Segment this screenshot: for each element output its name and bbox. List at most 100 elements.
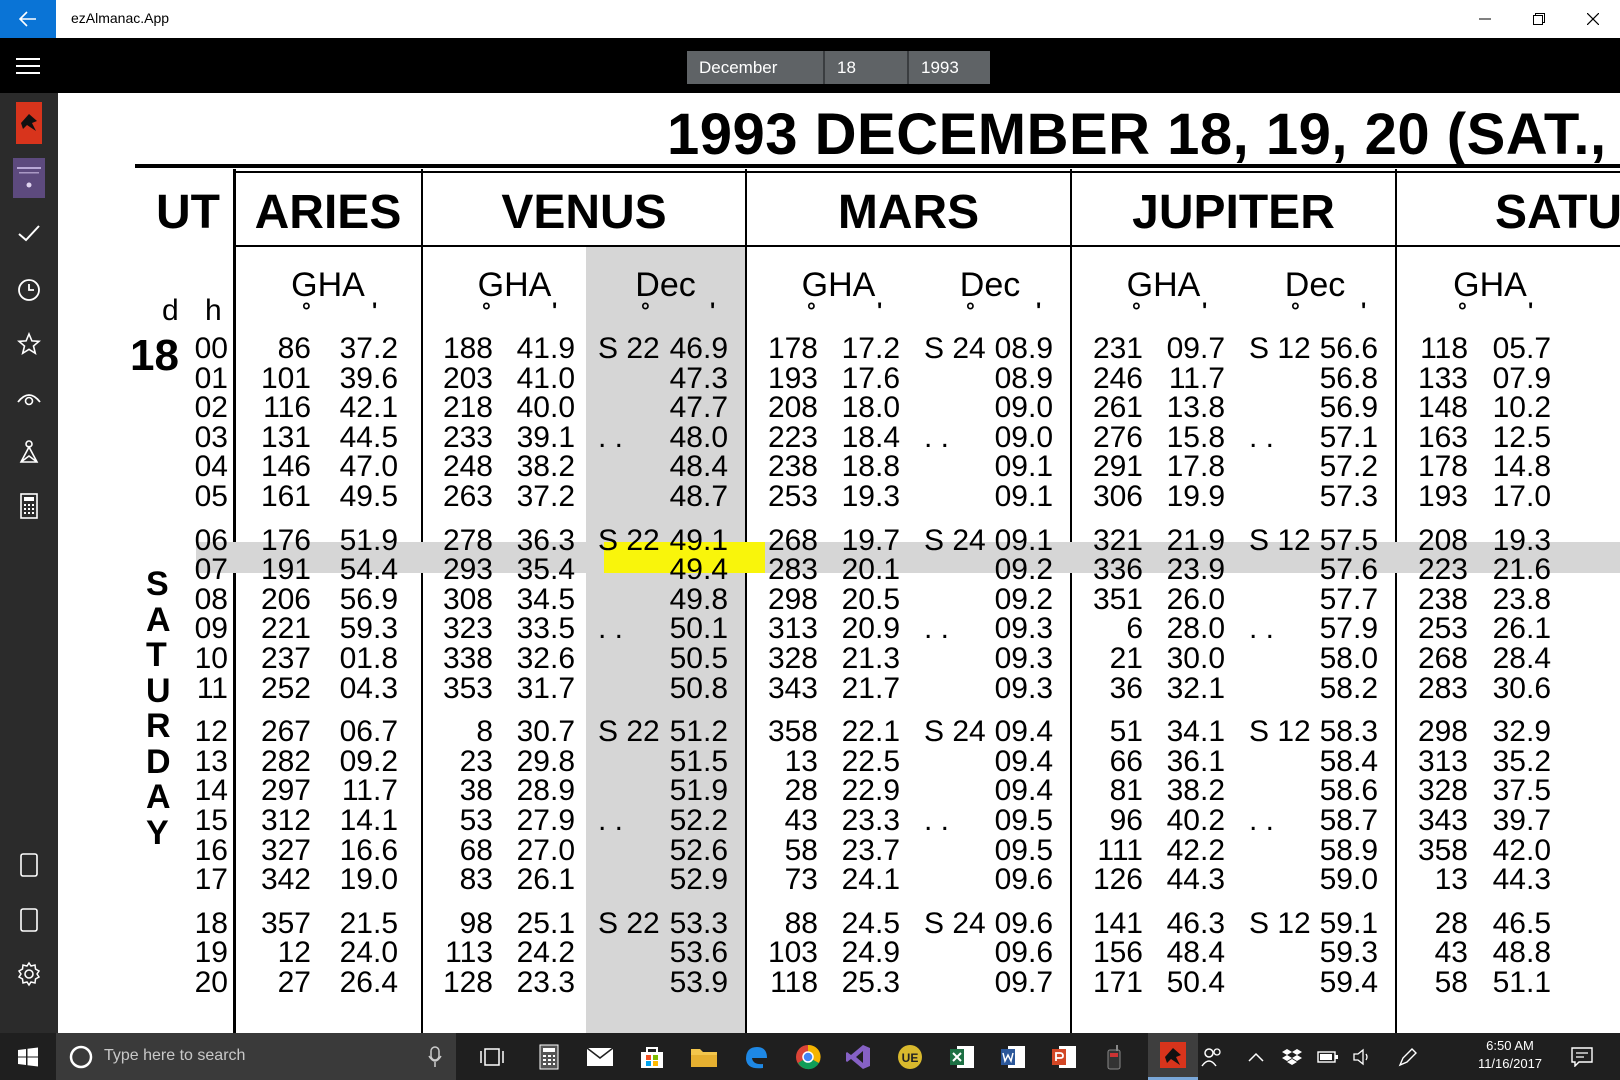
- clock-time: 6:50 AM: [1486, 1038, 1534, 1053]
- minimize-button[interactable]: [1458, 0, 1512, 38]
- cell-jupiter-dec-deg: . .: [1249, 420, 1275, 454]
- cell-mars-gha-min: 18.0: [841, 391, 900, 425]
- cell-aries-gha-deg: 101: [260, 361, 311, 395]
- powerpoint-button[interactable]: [1048, 1041, 1080, 1073]
- action-center-button[interactable]: [1566, 1041, 1598, 1073]
- cell-mars-gha-deg: 178: [767, 332, 818, 365]
- cell-mars-gha-deg: 58: [784, 833, 818, 867]
- restore-button[interactable]: [1512, 0, 1566, 38]
- taskbar-search[interactable]: Type here to search: [56, 1033, 456, 1080]
- red-book-icon: [16, 102, 42, 144]
- radio-app-button[interactable]: [1098, 1041, 1130, 1073]
- cell-venus-dec-min: 50.1: [669, 612, 728, 646]
- cell-saturn-gha-min: 21.6: [1492, 553, 1551, 587]
- sidebar-item-tablet[interactable]: [0, 842, 58, 888]
- word-button[interactable]: [997, 1041, 1029, 1073]
- people-button[interactable]: [1196, 1041, 1228, 1073]
- cell-saturn-gha-deg: 358: [1417, 833, 1468, 867]
- close-button[interactable]: [1566, 0, 1620, 38]
- task-view-button[interactable]: [476, 1041, 508, 1073]
- cell-mars-dec-deg: . .: [924, 420, 950, 454]
- cell-jupiter-dec-min: 57.6: [1319, 553, 1378, 587]
- cell-jupiter-gha-min: 40.2: [1166, 804, 1225, 837]
- cell-saturn-gha-deg: 268: [1417, 642, 1468, 675]
- day-name-letter: U: [146, 671, 171, 710]
- back-button[interactable]: [0, 0, 56, 38]
- visual-studio-button[interactable]: [842, 1041, 874, 1073]
- chrome-button[interactable]: [792, 1041, 824, 1073]
- pen-tray-button[interactable]: [1392, 1041, 1424, 1073]
- cell-jupiter-dec-min: 57.3: [1319, 480, 1378, 513]
- sidebar-item-star[interactable]: [0, 321, 58, 367]
- month-select[interactable]: December: [687, 51, 825, 84]
- planet-header-saturn: SATU: [1494, 186, 1620, 239]
- degree-mark: °: [302, 298, 311, 323]
- battery-tray-button[interactable]: [1312, 1041, 1344, 1073]
- cell-jupiter-dec-min: 56.8: [1319, 361, 1378, 395]
- cell-jupiter-dec-min: 58.4: [1319, 744, 1378, 778]
- sidebar-item-purple-book[interactable]: [0, 155, 58, 201]
- cell-saturn-gha-min: 32.9: [1492, 715, 1551, 749]
- date-picker[interactable]: December 18 1993: [687, 51, 990, 84]
- dropbox-tray-button[interactable]: [1276, 1041, 1308, 1073]
- yellow-app-icon: UE: [898, 1045, 922, 1069]
- sidebar-item-navigation[interactable]: [0, 429, 58, 475]
- cell-mars-gha-min: 23.7: [841, 833, 900, 867]
- sidebar-item-check[interactable]: [0, 210, 58, 256]
- cell-jupiter-gha-min: 38.2: [1166, 774, 1225, 808]
- sidebar-item-calculator[interactable]: [0, 483, 58, 529]
- cell-mars-gha-min: 23.3: [841, 804, 900, 837]
- cell-mars-dec-min: 09.4: [994, 774, 1053, 808]
- taskbar-clock[interactable]: 6:50 AM 11/16/2017: [1470, 1037, 1550, 1073]
- sidebar-item-eye[interactable]: [0, 375, 58, 421]
- cell-mars-gha-min: 20.1: [841, 553, 900, 587]
- day-select[interactable]: 18: [825, 51, 909, 84]
- sidebar-item-clock[interactable]: [0, 267, 58, 313]
- cell-venus-dec-deg: . .: [598, 420, 624, 454]
- jupiter-dec-header: Dec: [1284, 266, 1346, 304]
- cell-venus-gha-min: 32.6: [516, 642, 575, 675]
- cell-jupiter-gha-deg: 81: [1109, 774, 1143, 808]
- volume-tray-button[interactable]: [1348, 1041, 1380, 1073]
- day-name-letter: Y: [146, 813, 169, 852]
- day-name-letter: S: [146, 565, 169, 603]
- cell-mars-gha-deg: 313: [767, 612, 818, 646]
- cell-aries-gha-deg: 191: [260, 553, 311, 587]
- cell-aries-gha-deg: 176: [260, 523, 311, 557]
- hamburger-menu-button[interactable]: [14, 54, 42, 78]
- cell-venus-gha-deg: 278: [442, 523, 493, 557]
- sidebar-item-tablet-alt[interactable]: [0, 897, 58, 943]
- year-select[interactable]: 1993: [909, 51, 990, 84]
- hamburger-icon: [16, 58, 40, 74]
- sidebar-item-settings[interactable]: [0, 951, 58, 997]
- cell-venus-gha-min: 30.7: [516, 715, 575, 749]
- clock-icon: [18, 279, 40, 301]
- cell-venus-gha-min: 27.0: [516, 833, 575, 867]
- tray-expand-button[interactable]: [1240, 1041, 1272, 1073]
- sidebar-item-red-book[interactable]: [0, 100, 58, 146]
- cell-mars-gha-deg: 13: [784, 744, 818, 778]
- cell-aries-gha-min: 37.2: [339, 332, 398, 365]
- edge-button[interactable]: [740, 1041, 772, 1073]
- cell-venus-gha-deg: 98: [459, 906, 493, 940]
- cell-jupiter-gha-min: 26.0: [1166, 582, 1225, 616]
- cell-hour: 03: [194, 420, 228, 454]
- planet-header-mars: MARS: [837, 186, 980, 239]
- cell-jupiter-gha-min: 44.3: [1166, 863, 1225, 897]
- cell-venus-dec-deg: S 22: [598, 906, 660, 940]
- mars-dec-header: Dec: [959, 266, 1021, 304]
- calculator-taskbar-button[interactable]: [533, 1041, 565, 1073]
- app-button-ue[interactable]: UE: [894, 1041, 926, 1073]
- file-explorer-button[interactable]: [688, 1041, 720, 1073]
- store-button[interactable]: [636, 1041, 668, 1073]
- ezalmanac-taskbar-button[interactable]: [1148, 1033, 1198, 1080]
- cell-jupiter-gha-deg: 246: [1092, 361, 1143, 395]
- cell-venus-gha-deg: 218: [442, 391, 493, 425]
- mail-button[interactable]: [584, 1041, 616, 1073]
- store-icon: [641, 1047, 663, 1068]
- start-button[interactable]: [12, 1041, 44, 1073]
- cell-mars-gha-min: 19.7: [841, 523, 900, 557]
- minute-mark: ': [1036, 298, 1042, 323]
- cell-jupiter-dec-deg: S 12: [1249, 906, 1311, 940]
- excel-button[interactable]: [946, 1041, 978, 1073]
